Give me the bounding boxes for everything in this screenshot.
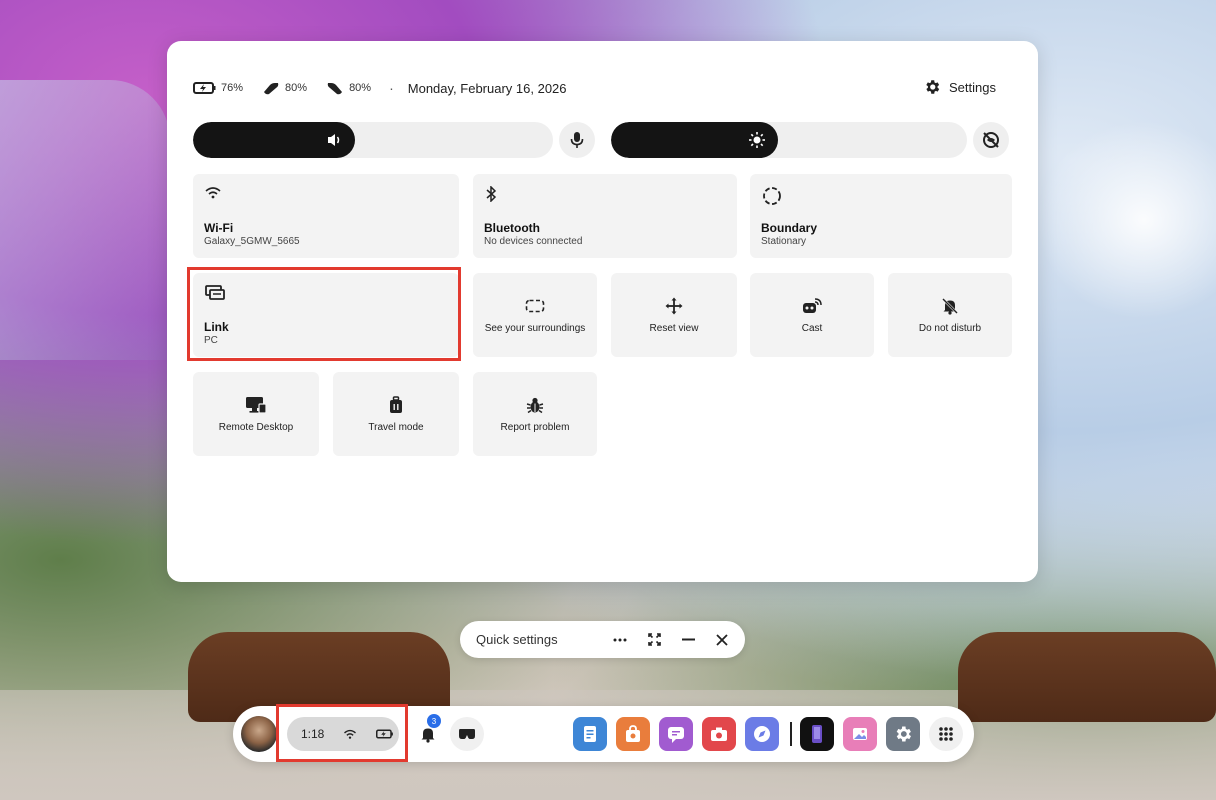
document-icon bbox=[584, 726, 596, 742]
minimize-icon bbox=[681, 638, 695, 641]
headset-battery-value: 76% bbox=[221, 82, 244, 94]
status-separator: · bbox=[389, 80, 394, 96]
expand-icon bbox=[647, 633, 661, 646]
window-title: Quick settings bbox=[476, 632, 558, 647]
bell-icon bbox=[421, 728, 435, 743]
travel-mode-label: Travel mode bbox=[368, 421, 424, 433]
wifi-tile[interactable]: Wi-Fi Galaxy_5GMW_5665 bbox=[193, 174, 459, 258]
bluetooth-tile-status: No devices connected bbox=[484, 236, 583, 247]
camera-icon bbox=[711, 727, 727, 741]
bluetooth-icon bbox=[486, 185, 497, 203]
settings-app-icon[interactable] bbox=[886, 717, 920, 751]
reset-view-tile[interactable]: Reset view bbox=[611, 273, 737, 357]
vr-headset-icon bbox=[459, 729, 475, 739]
all-apps-button[interactable] bbox=[929, 717, 963, 751]
shopping-bag-icon bbox=[626, 725, 640, 742]
controller-left-battery-value: 80% bbox=[285, 82, 308, 94]
status-row: 76% 80% 80% · Monday, February 16, 2026 bbox=[193, 77, 567, 99]
do-not-disturb-label: Do not disturb bbox=[918, 322, 982, 334]
volume-slider[interactable] bbox=[193, 122, 553, 158]
eye-off-icon bbox=[983, 132, 999, 148]
window-control-bar: Quick settings bbox=[460, 621, 745, 658]
headset-button[interactable] bbox=[450, 717, 484, 751]
user-avatar[interactable] bbox=[241, 716, 277, 752]
volume-slider-fill bbox=[193, 122, 355, 158]
cast-label: Cast bbox=[801, 322, 823, 334]
luggage-icon bbox=[390, 395, 402, 413]
gear-icon bbox=[926, 80, 940, 94]
image-icon bbox=[853, 728, 867, 740]
cast-tile[interactable]: Cast bbox=[750, 273, 874, 357]
close-button[interactable] bbox=[705, 625, 739, 655]
compass-icon bbox=[754, 726, 770, 742]
remote-desktop-label: Remote Desktop bbox=[218, 421, 294, 433]
wifi-tile-title: Wi-Fi bbox=[204, 221, 234, 235]
phone-app-icon bbox=[812, 725, 822, 743]
wifi-icon bbox=[205, 187, 221, 199]
bell-off-icon bbox=[942, 297, 958, 315]
background-structure bbox=[0, 80, 170, 360]
controller-right-battery: 80% bbox=[325, 80, 371, 96]
messenger-app-icon[interactable] bbox=[659, 717, 693, 751]
fullscreen-button[interactable] bbox=[637, 625, 671, 655]
settings-gear-icon bbox=[896, 726, 911, 742]
remote-desktop-tile[interactable]: Remote Desktop bbox=[193, 372, 319, 456]
store-app-icon[interactable] bbox=[616, 717, 650, 751]
recent-app-icon[interactable] bbox=[800, 717, 834, 751]
headset-battery-icon bbox=[193, 82, 216, 94]
more-dots-icon bbox=[613, 638, 627, 641]
see-surroundings-tile[interactable]: See your surroundings bbox=[473, 273, 597, 357]
link-tile-highlight bbox=[187, 267, 461, 361]
settings-label: Settings bbox=[949, 79, 996, 95]
boundary-tile-mode: Stationary bbox=[761, 236, 807, 247]
bug-icon bbox=[526, 397, 544, 413]
controller-right-battery-value: 80% bbox=[349, 82, 372, 94]
controller-left-icon bbox=[264, 83, 279, 95]
move-arrows-icon bbox=[665, 297, 683, 314]
remote-desktop-icon bbox=[246, 396, 267, 414]
system-status-highlight bbox=[276, 704, 408, 762]
headset-battery: 76% bbox=[193, 80, 243, 96]
boundary-tile-title: Boundary bbox=[761, 221, 818, 235]
camera-app-icon[interactable] bbox=[702, 717, 736, 751]
passthrough-toggle-button[interactable] bbox=[973, 122, 1009, 158]
gallery-app-icon[interactable] bbox=[843, 717, 877, 751]
grid-icon bbox=[939, 727, 953, 741]
microphone-icon bbox=[570, 132, 584, 148]
do-not-disturb-tile[interactable]: Do not disturb bbox=[888, 273, 1012, 357]
app-library-icon[interactable] bbox=[573, 717, 607, 751]
controller-left-battery: 80% bbox=[261, 80, 307, 96]
close-icon bbox=[716, 633, 728, 646]
report-problem-label: Report problem bbox=[500, 421, 570, 433]
sun-icon bbox=[749, 132, 766, 148]
settings-button[interactable]: Settings bbox=[923, 78, 996, 96]
see-surroundings-label: See your surroundings bbox=[484, 322, 586, 334]
boundary-tile[interactable]: Boundary Stationary bbox=[750, 174, 1012, 258]
report-problem-tile[interactable]: Report problem bbox=[473, 372, 597, 456]
speaker-icon bbox=[328, 134, 340, 146]
date-label: Monday, February 16, 2026 bbox=[407, 80, 567, 96]
controller-right-icon bbox=[327, 83, 343, 95]
microphone-button[interactable] bbox=[559, 122, 595, 158]
brightness-slider[interactable] bbox=[611, 122, 967, 158]
boundary-icon bbox=[763, 187, 781, 205]
cast-icon bbox=[803, 297, 822, 313]
universal-menu-taskbar: 1:18 3 bbox=[233, 704, 974, 762]
browser-app-icon[interactable] bbox=[745, 717, 779, 751]
notification-count-badge: 3 bbox=[427, 714, 441, 728]
background-cloud bbox=[1036, 120, 1216, 320]
quick-settings-panel: 76% 80% 80% · Monday, February 16, 2026 … bbox=[167, 41, 1038, 582]
background-seat-right bbox=[958, 632, 1216, 722]
more-options-button[interactable] bbox=[603, 625, 637, 655]
reset-view-label: Reset view bbox=[649, 322, 699, 334]
chat-icon bbox=[668, 727, 684, 743]
passthrough-icon bbox=[525, 299, 545, 312]
taskbar-divider bbox=[790, 722, 792, 746]
travel-mode-tile[interactable]: Travel mode bbox=[333, 372, 459, 456]
wifi-tile-network: Galaxy_5GMW_5665 bbox=[204, 236, 300, 247]
bluetooth-tile[interactable]: Bluetooth No devices connected bbox=[473, 174, 737, 258]
bluetooth-tile-title: Bluetooth bbox=[484, 221, 540, 235]
brightness-slider-fill bbox=[611, 122, 779, 158]
minimize-button[interactable] bbox=[671, 625, 705, 655]
